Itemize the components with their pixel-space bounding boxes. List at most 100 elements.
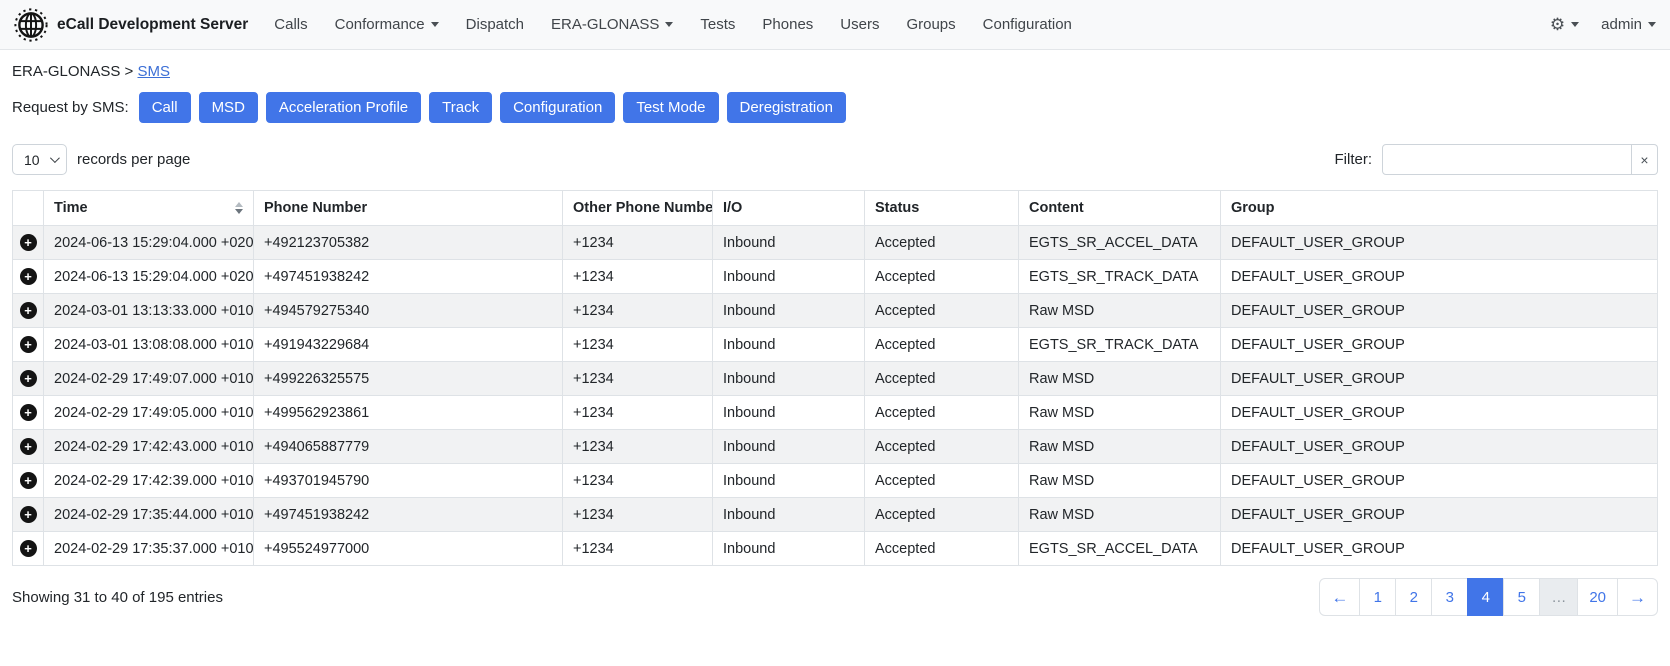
cell-other-phone-number: +1234 xyxy=(563,362,713,396)
pagination-page-2[interactable]: 2 xyxy=(1395,578,1432,616)
plus-icon: + xyxy=(24,440,32,453)
request-acceleration-profile-button[interactable]: Acceleration Profile xyxy=(266,92,421,123)
nav-item-groups[interactable]: Groups xyxy=(906,16,955,33)
plus-icon: + xyxy=(24,236,32,249)
expand-row-button[interactable]: + xyxy=(20,404,37,421)
table-header-content[interactable]: Content xyxy=(1019,191,1221,226)
settings-menu[interactable]: ⚙ xyxy=(1550,16,1579,33)
pagination-page-20[interactable]: 20 xyxy=(1577,578,1618,616)
main-nav: Calls Conformance Dispatch ERA-GLONASS T… xyxy=(274,16,1072,33)
cell-content: Raw MSD xyxy=(1019,362,1221,396)
table-controls: 10 records per page Filter: × xyxy=(12,144,1658,175)
table-row: + 2024-02-29 17:49:07.000 +0100 +4992263… xyxy=(13,362,1658,396)
cell-io: Inbound xyxy=(713,464,865,498)
table-row: + 2024-03-01 13:08:08.000 +0100 +4919432… xyxy=(13,328,1658,362)
nav-item-configuration[interactable]: Configuration xyxy=(983,16,1072,33)
table-row: + 2024-06-13 15:29:04.000 +0200 +4974519… xyxy=(13,260,1658,294)
request-test-mode-button[interactable]: Test Mode xyxy=(623,92,718,123)
nav-item-dispatch[interactable]: Dispatch xyxy=(466,16,524,33)
cell-group: DEFAULT_USER_GROUP xyxy=(1221,226,1658,260)
pagination-next-button[interactable]: → xyxy=(1617,578,1658,616)
cell-time: 2024-02-29 17:42:39.000 +0100 xyxy=(44,464,254,498)
brand[interactable]: eCall Development Server xyxy=(14,8,248,42)
chevron-down-icon xyxy=(1648,22,1656,27)
navbar-right: ⚙ admin xyxy=(1550,16,1656,33)
plus-icon: + xyxy=(24,338,32,351)
expand-row-button[interactable]: + xyxy=(20,472,37,489)
cell-status: Accepted xyxy=(865,260,1019,294)
request-msd-button[interactable]: MSD xyxy=(199,92,258,123)
table-row: + 2024-02-29 17:42:43.000 +0100 +4940658… xyxy=(13,430,1658,464)
breadcrumb-current-link[interactable]: SMS xyxy=(137,63,170,80)
records-per-page-label: records per page xyxy=(77,151,190,168)
expand-row-button[interactable]: + xyxy=(20,234,37,251)
cell-io: Inbound xyxy=(713,226,865,260)
expand-row-button[interactable]: + xyxy=(20,438,37,455)
cell-status: Accepted xyxy=(865,396,1019,430)
cell-group: DEFAULT_USER_GROUP xyxy=(1221,294,1658,328)
filter-group: Filter: × xyxy=(1335,144,1659,175)
plus-icon: + xyxy=(24,542,32,555)
plus-icon: + xyxy=(24,406,32,419)
nav-item-tests[interactable]: Tests xyxy=(700,16,735,33)
cell-io: Inbound xyxy=(713,532,865,566)
breadcrumb: ERA-GLONASS > SMS xyxy=(12,63,1658,80)
cell-phone-number: +491943229684 xyxy=(254,328,563,362)
chevron-down-icon xyxy=(1571,22,1579,27)
cell-content: Raw MSD xyxy=(1019,498,1221,532)
cell-phone-number: +494579275340 xyxy=(254,294,563,328)
pagination-page-4-active[interactable]: 4 xyxy=(1467,578,1504,616)
nav-item-users[interactable]: Users xyxy=(840,16,879,33)
cell-phone-number: +499562923861 xyxy=(254,396,563,430)
request-track-button[interactable]: Track xyxy=(429,92,492,123)
filter-label: Filter: xyxy=(1335,151,1373,168)
expand-row-button[interactable]: + xyxy=(20,370,37,387)
filter-input[interactable] xyxy=(1382,144,1632,175)
pagination-page-3[interactable]: 3 xyxy=(1431,578,1468,616)
showing-entries-text: Showing 31 to 40 of 195 entries xyxy=(12,589,223,606)
page-size-select[interactable]: 10 xyxy=(12,144,67,175)
cell-group: DEFAULT_USER_GROUP xyxy=(1221,498,1658,532)
table-header-group[interactable]: Group xyxy=(1221,191,1658,226)
navbar: eCall Development Server Calls Conforman… xyxy=(0,0,1670,50)
cell-content: EGTS_SR_TRACK_DATA xyxy=(1019,328,1221,362)
nav-item-era-glonass[interactable]: ERA-GLONASS xyxy=(551,16,673,33)
table-header-status[interactable]: Status xyxy=(865,191,1019,226)
nav-item-calls[interactable]: Calls xyxy=(274,16,307,33)
cell-time: 2024-02-29 17:35:37.000 +0100 xyxy=(44,532,254,566)
cell-other-phone-number: +1234 xyxy=(563,532,713,566)
pagination-page-1[interactable]: 1 xyxy=(1359,578,1396,616)
cell-content: Raw MSD xyxy=(1019,464,1221,498)
plus-icon: + xyxy=(24,508,32,521)
expand-row-button[interactable]: + xyxy=(20,540,37,557)
request-deregistration-button[interactable]: Deregistration xyxy=(727,92,846,123)
table-row: + 2024-02-29 17:49:05.000 +0100 +4995629… xyxy=(13,396,1658,430)
pagination-ellipsis: … xyxy=(1539,578,1578,616)
pagination-page-5[interactable]: 5 xyxy=(1503,578,1540,616)
clear-filter-button[interactable]: × xyxy=(1632,144,1658,175)
table-header-time[interactable]: Time xyxy=(44,191,254,226)
table-header-other-phone-number[interactable]: Other Phone Number xyxy=(563,191,713,226)
expand-row-button[interactable]: + xyxy=(20,506,37,523)
cell-time: 2024-03-01 13:08:08.000 +0100 xyxy=(44,328,254,362)
expand-row-button[interactable]: + xyxy=(20,302,37,319)
request-by-sms-bar: Request by SMS: Call MSD Acceleration Pr… xyxy=(12,92,1658,123)
user-menu[interactable]: admin xyxy=(1601,16,1656,33)
request-call-button[interactable]: Call xyxy=(139,92,191,123)
sort-icon xyxy=(235,202,243,214)
expand-row-button[interactable]: + xyxy=(20,336,37,353)
brand-title: eCall Development Server xyxy=(57,16,248,34)
table-header-io[interactable]: I/O xyxy=(713,191,865,226)
nav-item-conformance[interactable]: Conformance xyxy=(335,16,439,33)
user-name: admin xyxy=(1601,16,1642,33)
breadcrumb-parent: ERA-GLONASS xyxy=(12,63,120,80)
cell-time: 2024-02-29 17:35:44.000 +0100 xyxy=(44,498,254,532)
request-configuration-button[interactable]: Configuration xyxy=(500,92,615,123)
cell-io: Inbound xyxy=(713,430,865,464)
cell-io: Inbound xyxy=(713,328,865,362)
pagination-prev-button[interactable]: ← xyxy=(1319,578,1360,616)
nav-item-phones[interactable]: Phones xyxy=(762,16,813,33)
table-header-phone-number[interactable]: Phone Number xyxy=(254,191,563,226)
cell-status: Accepted xyxy=(865,226,1019,260)
expand-row-button[interactable]: + xyxy=(20,268,37,285)
